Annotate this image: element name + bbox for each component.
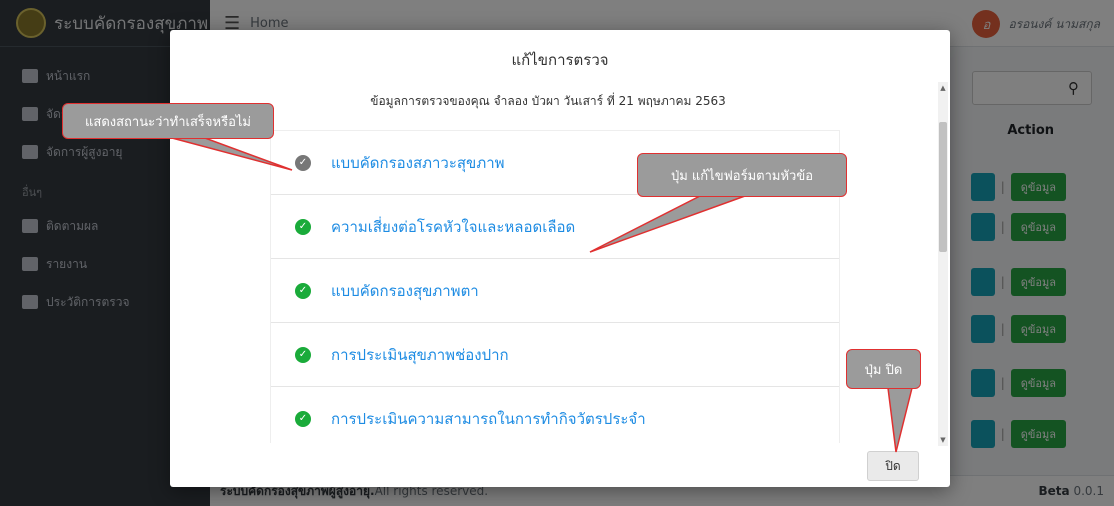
- list-item[interactable]: ✓ การประเมินสุขภาพช่องปาก: [271, 323, 839, 387]
- edit-callout: ปุ่ม แก้ไขฟอร์มตามหัวข้อ: [637, 153, 847, 197]
- list-item[interactable]: ✓ ความเสี่ยงต่อโรคหัวใจและหลอดเลือด: [271, 195, 839, 259]
- edit-exam-modal: แก้ไขการตรวจ ข้อมูลการตรวจของคุณ จำลอง บ…: [170, 30, 950, 487]
- form-link[interactable]: แบบคัดกรองสภาวะสุขภาพ: [331, 151, 505, 175]
- close-button[interactable]: ปิด: [867, 451, 919, 481]
- check-circle-icon: ✓: [295, 154, 311, 171]
- check-circle-icon: ✓: [295, 410, 311, 427]
- form-link[interactable]: แบบคัดกรองสุขภาพตา: [331, 279, 479, 303]
- form-link[interactable]: การประเมินความสามารถในการทำกิจวัตรประจำ: [331, 407, 646, 431]
- close-callout: ปุ่ม ปิด: [846, 349, 921, 389]
- scrollbar-thumb[interactable]: [939, 122, 947, 252]
- check-circle-icon: ✓: [295, 218, 311, 235]
- check-circle-icon: ✓: [295, 346, 311, 363]
- list-item[interactable]: ✓ การประเมินความสามารถในการทำกิจวัตรประจ…: [271, 387, 839, 443]
- status-callout: แสดงสถานะว่าทำเสร็จหรือไม่: [62, 103, 274, 139]
- form-link[interactable]: ความเสี่ยงต่อโรคหัวใจและหลอดเลือด: [331, 215, 575, 239]
- list-item[interactable]: ✓ แบบคัดกรองสุขภาพตา: [271, 259, 839, 323]
- scroll-up-icon[interactable]: ▲: [939, 84, 947, 92]
- modal-subtitle: ข้อมูลการตรวจของคุณ จำลอง บัวผา วันเสาร์…: [370, 94, 726, 108]
- scroll-down-icon[interactable]: ▼: [939, 436, 947, 444]
- form-link[interactable]: การประเมินสุขภาพช่องปาก: [331, 343, 509, 367]
- modal-title: แก้ไขการตรวจ: [511, 51, 609, 69]
- check-circle-icon: ✓: [295, 282, 311, 299]
- modal-scrollbar[interactable]: ▲ ▼: [938, 82, 948, 446]
